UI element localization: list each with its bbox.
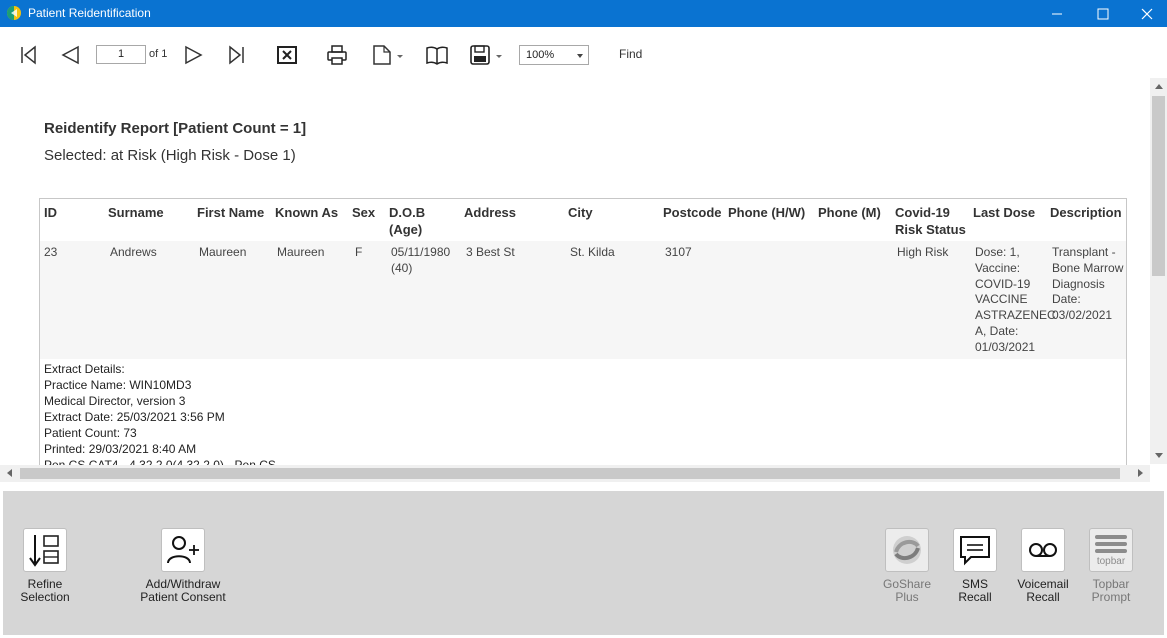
- export-button[interactable]: [468, 41, 506, 69]
- voicemail-recall-button[interactable]: [1021, 528, 1065, 572]
- cell-risk-status: High Risk: [897, 245, 949, 259]
- page-setup-button[interactable]: [370, 41, 406, 69]
- page-count-label: of 1: [149, 48, 168, 60]
- column-header-description: Description: [1050, 205, 1122, 220]
- refine-selection-button[interactable]: [23, 528, 67, 572]
- column-header-address: Address: [464, 205, 517, 220]
- cell-postcode: 3107: [665, 245, 692, 259]
- refine-selection-icon: [29, 535, 59, 567]
- app-logo-icon: [7, 6, 21, 20]
- cell-sex: F: [355, 245, 363, 259]
- voicemail-icon: [1029, 543, 1057, 557]
- cell-surname: Andrews: [110, 245, 157, 259]
- topbar-prompt-button[interactable]: topbar: [1089, 528, 1133, 572]
- window-title: Patient Reidentification: [28, 6, 151, 20]
- book-icon: [426, 46, 448, 65]
- close-button[interactable]: [1124, 0, 1167, 27]
- cell-description: Transplant - Bone Marrow Diagnosis Date:…: [1052, 245, 1124, 323]
- topbar-prompt-label: Topbar Prompt: [1091, 577, 1131, 604]
- goshare-plus-label: GoShare Plus: [882, 577, 932, 604]
- title-bar: Patient Reidentification: [0, 0, 1167, 27]
- column-header-postcode: Postcode: [663, 205, 722, 220]
- column-header-phone-m: Phone (M): [818, 205, 881, 220]
- topbar-icon: topbar: [1095, 535, 1127, 567]
- cell-city: St. Kilda: [570, 245, 615, 259]
- save-icon: [470, 45, 502, 65]
- sms-recall-button[interactable]: [953, 528, 997, 572]
- column-header-risk-status: Covid-19 Risk Status: [895, 205, 966, 237]
- first-page-button[interactable]: [16, 41, 40, 69]
- column-header-surname: Surname: [108, 205, 164, 220]
- svg-text:topbar: topbar: [1097, 556, 1126, 567]
- report-table: ID Surname First Name Known As Sex D.O.B…: [39, 198, 1127, 482]
- minimize-icon: [1052, 13, 1062, 14]
- horizontal-scrollbar[interactable]: [0, 465, 1150, 482]
- first-page-icon: [21, 45, 36, 65]
- column-header-known-as: Known As: [275, 205, 339, 220]
- add-withdraw-consent-button[interactable]: [161, 528, 205, 572]
- column-header-phone-hw: Phone (H/W): [728, 205, 806, 220]
- cell-first-name: Maureen: [199, 245, 247, 259]
- maximize-button[interactable]: [1080, 0, 1126, 27]
- vertical-scrollbar[interactable]: [1150, 78, 1167, 464]
- report-subtitle: Selected: at Risk (High Risk - Dose 1): [44, 147, 296, 164]
- goshare-icon: [893, 536, 921, 564]
- print-layout-button[interactable]: [424, 41, 450, 69]
- cell-address: 3 Best St: [466, 245, 515, 259]
- page-setup-icon: [373, 45, 403, 65]
- scroll-left-icon[interactable]: [7, 469, 12, 477]
- chevron-down-icon: [577, 54, 583, 58]
- action-panel: Refine Selection Add/Withdraw Patient Co…: [3, 491, 1164, 635]
- report-title: Reidentify Report [Patient Count = 1]: [44, 120, 307, 137]
- scroll-right-icon[interactable]: [1138, 469, 1143, 477]
- next-page-icon: [185, 45, 203, 65]
- column-header-sex: Sex: [352, 205, 376, 220]
- close-icon: [1141, 8, 1153, 19]
- zoom-select[interactable]: 100%: [519, 45, 589, 65]
- print-icon: [327, 45, 347, 65]
- cell-known-as: Maureen: [277, 245, 325, 259]
- refine-selection-label: Refine Selection: [20, 577, 70, 604]
- maximize-icon: [1097, 8, 1109, 19]
- last-page-icon: [229, 45, 244, 65]
- last-page-button[interactable]: [225, 41, 249, 69]
- voicemail-recall-label: Voicemail Recall: [1017, 577, 1069, 604]
- stop-button[interactable]: [275, 41, 299, 69]
- cell-last-dose: Dose: 1, Vaccine: COVID-19 VACCINE ASTRA…: [975, 245, 1056, 354]
- column-header-city: City: [568, 205, 593, 220]
- horizontal-scroll-thumb[interactable]: [20, 468, 1120, 479]
- previous-page-icon: [61, 45, 79, 65]
- column-header-last-dose: Last Dose: [973, 205, 1036, 220]
- report-viewer: Reidentify Report [Patient Count = 1] Se…: [0, 82, 1167, 482]
- scroll-up-icon[interactable]: [1155, 84, 1163, 89]
- report-toolbar: 1 of 1 100% Find: [0, 27, 1167, 82]
- next-page-button[interactable]: [182, 41, 206, 69]
- column-header-id: ID: [44, 205, 57, 220]
- find-link[interactable]: Find: [619, 47, 642, 61]
- previous-page-button[interactable]: [58, 41, 82, 69]
- sms-recall-label: SMS Recall: [958, 577, 992, 604]
- goshare-plus-button[interactable]: [885, 528, 929, 572]
- extract-details: Extract Details: Practice Name: WIN10MD3…: [44, 362, 276, 472]
- print-button[interactable]: [324, 41, 350, 69]
- cell-dob: 05/11/1980 (40): [391, 245, 451, 275]
- column-header-dob: D.O.B (Age): [389, 205, 426, 237]
- column-header-first-name: First Name: [197, 205, 265, 220]
- minimize-button[interactable]: [1034, 0, 1080, 27]
- stop-icon: [277, 46, 297, 64]
- message-icon: [960, 536, 990, 566]
- add-withdraw-consent-label: Add/Withdraw Patient Consent: [140, 577, 226, 604]
- page-number-input[interactable]: 1: [96, 45, 146, 64]
- scroll-down-icon[interactable]: [1155, 453, 1163, 458]
- vertical-scroll-thumb[interactable]: [1152, 96, 1165, 276]
- zoom-value: 100%: [526, 49, 555, 61]
- add-user-icon: [167, 536, 199, 564]
- cell-id: 23: [44, 245, 58, 259]
